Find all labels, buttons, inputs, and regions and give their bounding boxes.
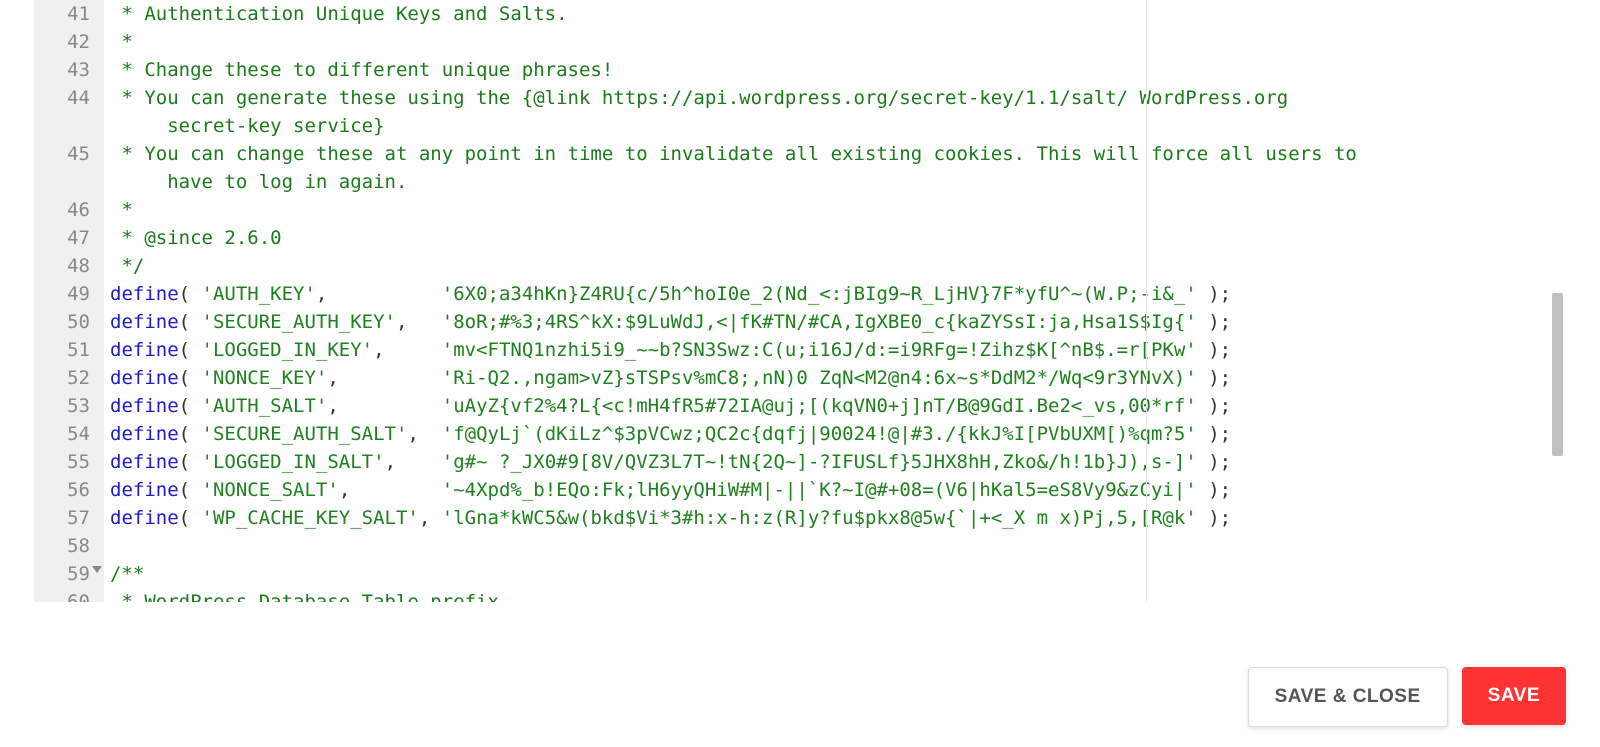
line-number: 54	[34, 420, 104, 448]
line-number: 55	[34, 448, 104, 476]
code-line: define( 'SECURE_AUTH_SALT', 'f@QyLj`(dKi…	[104, 420, 1566, 448]
code-line: *	[104, 28, 1566, 56]
line-number: 52	[34, 364, 104, 392]
code-line: */	[104, 252, 1566, 280]
code-line: define( 'SECURE_AUTH_KEY', '8oR;#%3;4RS^…	[104, 308, 1566, 336]
save-button[interactable]: SAVE	[1462, 667, 1566, 725]
line-number: 53	[34, 392, 104, 420]
code-line: /**	[104, 560, 1566, 588]
code-line: define( 'WP_CACHE_KEY_SALT', 'lGna*kWC5&…	[104, 504, 1566, 532]
line-number: 58	[34, 532, 104, 560]
line-number: 59	[34, 560, 104, 588]
line-number: 49	[34, 280, 104, 308]
line-number: 48	[34, 252, 104, 280]
print-margin	[1146, 0, 1147, 602]
line-number: 45	[34, 140, 104, 196]
footer-actions: SAVE & CLOSE SAVE	[1248, 667, 1566, 727]
line-number: 57	[34, 504, 104, 532]
code-line: define( 'NONCE_SALT', '~4Xpd%_b!EQo:Fk;l…	[104, 476, 1566, 504]
code-area[interactable]: * Authentication Unique Keys and Salts. …	[104, 0, 1566, 602]
code-line: * @since 2.6.0	[104, 224, 1566, 252]
line-number: 50	[34, 308, 104, 336]
line-number: 46	[34, 196, 104, 224]
scrollbar-thumb[interactable]	[1552, 293, 1563, 456]
line-number: 51	[34, 336, 104, 364]
code-line: * Change these to different unique phras…	[104, 56, 1566, 84]
code-line: define( 'LOGGED_IN_KEY', 'mv<FTNQ1nzhi5i…	[104, 336, 1566, 364]
line-number-gutter: 4142434445464748495051525354555657585960	[34, 0, 104, 602]
code-line: * WordPress Database Table prefix.	[104, 588, 1566, 602]
vertical-scrollbar[interactable]	[1549, 0, 1566, 602]
save-and-close-button[interactable]: SAVE & CLOSE	[1248, 667, 1448, 727]
code-line: *	[104, 196, 1566, 224]
line-number: 42	[34, 28, 104, 56]
code-line: define( 'NONCE_KEY', 'Ri-Q2.,ngam>vZ}sTS…	[104, 364, 1566, 392]
code-line: * Authentication Unique Keys and Salts.	[104, 0, 1566, 28]
code-line	[104, 532, 1566, 560]
code-line: * You can change these at any point in t…	[104, 140, 1566, 196]
code-line: define( 'AUTH_SALT', 'uAyZ{vf2%4?L{<c!mH…	[104, 392, 1566, 420]
code-line: define( 'AUTH_KEY', '6X0;a34hKn}Z4RU{c/5…	[104, 280, 1566, 308]
line-number: 44	[34, 84, 104, 140]
line-number: 43	[34, 56, 104, 84]
line-number: 56	[34, 476, 104, 504]
code-line: define( 'LOGGED_IN_SALT', 'g#~ ?_JX0#9[8…	[104, 448, 1566, 476]
code-line: * You can generate these using the {@lin…	[104, 84, 1566, 140]
line-number: 41	[34, 0, 104, 28]
code-editor[interactable]: 4142434445464748495051525354555657585960…	[34, 0, 1566, 602]
line-number: 47	[34, 224, 104, 252]
line-number: 60	[34, 588, 104, 602]
fold-marker-icon[interactable]	[92, 566, 102, 573]
